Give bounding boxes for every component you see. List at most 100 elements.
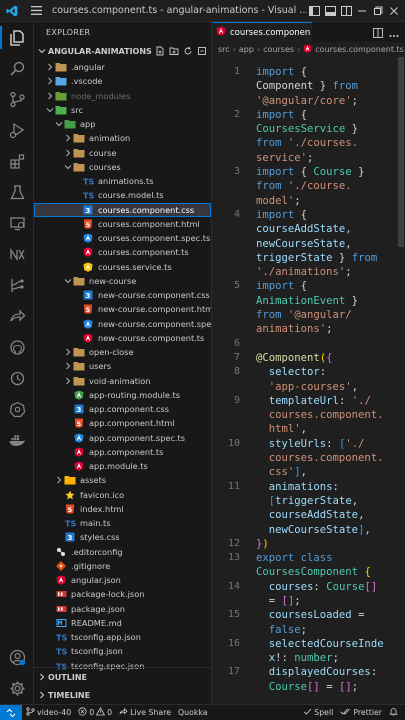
code-line[interactable]: animations: — [256, 480, 396, 494]
code-line[interactable]: import { — [256, 208, 396, 222]
code-editor[interactable]: 1 2 3 4 5 6 7 8 9 10 11 12 13 14 15 16 17 import {Compon… — [212, 57, 405, 704]
menu-icon[interactable] — [28, 3, 44, 19]
folder-item[interactable]: new-course — [34, 274, 211, 288]
timeline-icon[interactable] — [0, 363, 34, 394]
code-line[interactable]: from './courses. — [256, 136, 396, 150]
file-item[interactable]: package-lock.json — [34, 587, 211, 601]
file-item[interactable]: 5 new-course.component.html — [34, 302, 211, 316]
file-item[interactable]: 3 new-course.component.css — [34, 288, 211, 302]
live-share-status[interactable]: Live Share — [119, 707, 171, 718]
folder-item[interactable]: open-close — [34, 345, 211, 359]
code-line[interactable]: x!: number; — [256, 651, 396, 665]
code-line[interactable]: = []; — [256, 594, 396, 608]
notifications-status[interactable] — [389, 707, 398, 718]
code-line[interactable]: from '@angular/ — [256, 308, 396, 322]
code-line[interactable]: AnimationEvent } — [256, 294, 396, 308]
code-line[interactable]: import { — [256, 108, 396, 122]
branch-status[interactable]: video-40 — [26, 707, 71, 718]
folder-item[interactable]: assets — [34, 473, 211, 487]
code-line[interactable]: css'], — [256, 465, 396, 479]
outline-section[interactable]: OUTLINE — [34, 668, 211, 686]
code-line[interactable]: animations'; — [256, 322, 396, 336]
code-line[interactable]: import { — [256, 279, 396, 293]
code-line[interactable]: export class — [256, 551, 396, 565]
code-line[interactable]: selectedCourseInde — [256, 637, 396, 651]
scrollbar-thumb[interactable] — [398, 57, 404, 247]
code-line[interactable]: templateUrl: './ — [256, 394, 396, 408]
file-item[interactable]: 3 styles.css — [34, 530, 211, 544]
code-line[interactable]: }) — [256, 537, 396, 551]
code-line[interactable] — [256, 337, 396, 351]
file-item[interactable]: 3 courses.component.css — [34, 202, 211, 218]
nx-console-icon[interactable] — [0, 239, 34, 270]
breadcrumb-item[interactable]: app — [239, 45, 254, 54]
code-line[interactable]: triggerState } from — [256, 251, 396, 265]
code-line[interactable]: model'; — [256, 194, 396, 208]
folder-item[interactable]: animation — [34, 131, 211, 145]
file-item[interactable]: favicon.ico — [34, 488, 211, 502]
code-line[interactable]: service'; — [256, 151, 396, 165]
code-line[interactable]: newCourseState], — [256, 523, 396, 537]
kubernetes-icon[interactable] — [0, 394, 34, 425]
run-debug-icon[interactable] — [0, 115, 34, 146]
code-line[interactable]: @Component({ — [256, 351, 396, 365]
toggle-sidebar-icon[interactable] — [307, 4, 321, 18]
code-line[interactable]: '@angular/core'; — [256, 94, 396, 108]
close-window-icon[interactable] — [387, 4, 401, 18]
remote-indicator-icon[interactable] — [0, 704, 22, 720]
code-line[interactable]: 'app-courses', — [256, 380, 396, 394]
file-item[interactable]: .gitignore — [34, 559, 211, 573]
refresh-icon[interactable] — [182, 46, 193, 57]
file-item[interactable]: app.module.ts — [34, 459, 211, 473]
file-item[interactable]: .editorconfig — [34, 545, 211, 559]
file-item[interactable]: package.json — [34, 602, 211, 616]
code-line[interactable]: CoursesService } — [256, 122, 396, 136]
file-item[interactable]: new-course.component.spec.ts — [34, 317, 211, 331]
live-share-icon[interactable] — [0, 301, 34, 332]
quokka-status[interactable]: Quokka — [178, 708, 208, 717]
breadcrumb-item[interactable]: courses.component.ts — [315, 45, 404, 54]
github-icon[interactable] — [0, 332, 34, 363]
file-item[interactable]: courses.service.ts — [34, 260, 211, 274]
remote-explorer-icon[interactable] — [0, 208, 34, 239]
testing-icon[interactable] — [0, 177, 34, 208]
folder-item[interactable]: src — [34, 103, 211, 117]
file-item[interactable]: TS main.ts — [34, 516, 211, 530]
folder-item[interactable]: users — [34, 359, 211, 373]
code-line[interactable]: false; — [256, 623, 396, 637]
code-line[interactable]: coursesLoaded = — [256, 608, 396, 622]
code-line[interactable]: selector: — [256, 365, 396, 379]
tab-courses-component-ts[interactable]: courses.componen — [212, 22, 312, 42]
folder-item[interactable]: .vscode — [34, 74, 211, 88]
folder-item[interactable]: app — [34, 117, 211, 131]
folder-item[interactable]: .angular — [34, 60, 211, 74]
code-line[interactable]: courses.component. — [256, 408, 396, 422]
code-line[interactable]: import { Course } — [256, 165, 396, 179]
file-item[interactable]: README.md — [34, 616, 211, 630]
new-file-icon[interactable] — [154, 46, 165, 57]
minimize-icon[interactable] — [355, 4, 369, 18]
code-line[interactable]: displayedCourses: — [256, 665, 396, 679]
toggle-panel-icon[interactable] — [323, 4, 337, 18]
file-item[interactable]: app.component.spec.ts — [34, 431, 211, 445]
source-control-icon[interactable] — [0, 84, 34, 115]
account-icon[interactable] — [0, 642, 34, 673]
explorer-icon[interactable] — [0, 22, 34, 53]
new-folder-icon[interactable] — [168, 46, 179, 57]
code-line[interactable]: Component } from — [256, 79, 396, 93]
file-item[interactable]: 5 index.html — [34, 502, 211, 516]
code-line[interactable]: './animations'; — [256, 265, 396, 279]
file-item[interactable]: 5 app.component.html — [34, 416, 211, 430]
file-item[interactable]: 5 courses.component.html — [34, 217, 211, 231]
code-line[interactable]: courseAddState, — [256, 222, 396, 236]
prettier-status[interactable]: Prettier — [340, 707, 382, 718]
file-item[interactable]: TS tsconfig.json — [34, 644, 211, 658]
breadcrumb-item[interactable]: src — [218, 45, 230, 54]
file-item[interactable]: courses.component.spec.ts — [34, 231, 211, 245]
breadcrumb-item[interactable]: courses — [263, 45, 294, 54]
git-graph-icon[interactable] — [0, 270, 34, 301]
more-actions-icon[interactable] — [389, 23, 399, 42]
file-item[interactable]: TS tsconfig.app.json — [34, 630, 211, 644]
code-line[interactable]: import { — [256, 65, 396, 79]
file-item[interactable]: app-routing.module.ts — [34, 388, 211, 402]
